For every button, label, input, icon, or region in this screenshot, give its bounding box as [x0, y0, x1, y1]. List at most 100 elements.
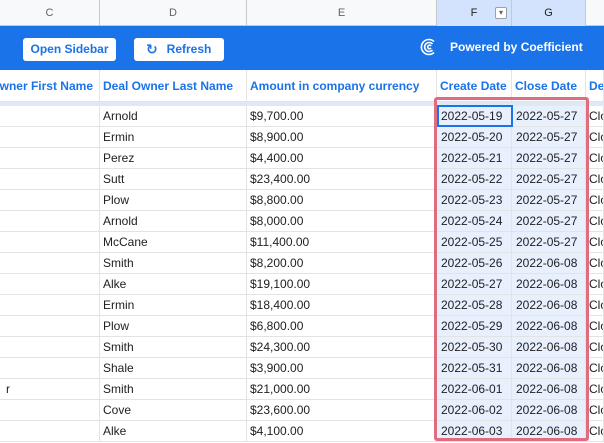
- table-cell-first[interactable]: [0, 316, 100, 336]
- table-cell-amount[interactable]: $21,000.00: [247, 379, 437, 399]
- table-cell-next[interactable]: Clo: [586, 127, 604, 147]
- table-cell-next[interactable]: Clo: [586, 358, 604, 378]
- table-cell-first[interactable]: [0, 127, 100, 147]
- table-cell-amount[interactable]: $23,400.00: [247, 169, 437, 189]
- table-cell-create[interactable]: 2022-05-27: [437, 274, 512, 294]
- table-cell-first[interactable]: [0, 337, 100, 357]
- table-cell-create[interactable]: 2022-06-02: [437, 400, 512, 420]
- table-cell-close[interactable]: 2022-06-08: [512, 295, 586, 315]
- table-cell-first[interactable]: [0, 274, 100, 294]
- table-cell-amount[interactable]: $19,100.00: [247, 274, 437, 294]
- table-cell-create[interactable]: 2022-05-21: [437, 148, 512, 168]
- table-cell-first[interactable]: [0, 295, 100, 315]
- table-cell-next[interactable]: Clo: [586, 274, 604, 294]
- table-cell-last[interactable]: Ermin: [100, 295, 247, 315]
- table-cell-first[interactable]: [0, 232, 100, 252]
- column-letter-c[interactable]: C: [0, 0, 100, 26]
- table-cell-close[interactable]: 2022-06-08: [512, 421, 586, 441]
- table-cell-last[interactable]: Smith: [100, 253, 247, 273]
- table-cell-last[interactable]: Plow: [100, 190, 247, 210]
- table-cell-create[interactable]: 2022-06-03: [437, 421, 512, 441]
- table-cell-close[interactable]: 2022-05-27: [512, 232, 586, 252]
- table-cell-next[interactable]: Clo: [586, 211, 604, 231]
- table-cell-close[interactable]: 2022-06-08: [512, 316, 586, 336]
- table-cell-next[interactable]: Clo: [586, 379, 604, 399]
- table-cell-last[interactable]: Smith: [100, 379, 247, 399]
- table-cell-amount[interactable]: $18,400.00: [247, 295, 437, 315]
- table-cell-next[interactable]: Clo: [586, 421, 604, 441]
- table-cell-next[interactable]: Clo: [586, 169, 604, 189]
- table-cell-amount[interactable]: $8,800.00: [247, 190, 437, 210]
- table-cell-next[interactable]: Clo: [586, 295, 604, 315]
- table-cell-last[interactable]: Arnold: [100, 106, 247, 126]
- table-cell-amount[interactable]: $23,600.00: [247, 400, 437, 420]
- table-cell-first[interactable]: [0, 400, 100, 420]
- table-cell-next[interactable]: Clo: [586, 253, 604, 273]
- table-cell-close[interactable]: 2022-06-08: [512, 379, 586, 399]
- table-cell-create[interactable]: 2022-05-28: [437, 295, 512, 315]
- table-cell-next[interactable]: Clo: [586, 190, 604, 210]
- table-cell-last[interactable]: Sutt: [100, 169, 247, 189]
- table-cell-create[interactable]: 2022-05-26: [437, 253, 512, 273]
- table-cell-create[interactable]: 2022-05-20: [437, 127, 512, 147]
- table-cell-close[interactable]: 2022-06-08: [512, 400, 586, 420]
- table-cell-last[interactable]: Smith: [100, 337, 247, 357]
- column-letter-e[interactable]: E: [247, 0, 437, 26]
- table-cell-create[interactable]: 2022-05-31: [437, 358, 512, 378]
- table-cell-next[interactable]: Clo: [586, 106, 604, 126]
- table-cell-first[interactable]: [0, 211, 100, 231]
- table-cell-close[interactable]: 2022-05-27: [512, 190, 586, 210]
- table-cell-last[interactable]: Plow: [100, 316, 247, 336]
- table-cell-first[interactable]: [0, 169, 100, 189]
- table-cell-first[interactable]: [0, 106, 100, 126]
- table-cell-create[interactable]: 2022-06-01: [437, 379, 512, 399]
- header-create-date[interactable]: Create Date: [437, 70, 512, 101]
- table-cell-amount[interactable]: $9,700.00: [247, 106, 437, 126]
- table-cell-amount[interactable]: $24,300.00: [247, 337, 437, 357]
- refresh-button[interactable]: ↻ Refresh: [134, 38, 224, 61]
- table-cell-create[interactable]: 2022-05-24: [437, 211, 512, 231]
- table-cell-close[interactable]: 2022-06-08: [512, 358, 586, 378]
- table-cell-first[interactable]: [0, 190, 100, 210]
- table-cell-next[interactable]: Clo: [586, 148, 604, 168]
- table-cell-first[interactable]: [0, 148, 100, 168]
- table-cell-next[interactable]: Clo: [586, 400, 604, 420]
- table-cell-amount[interactable]: $8,900.00: [247, 127, 437, 147]
- table-cell-close[interactable]: 2022-05-27: [512, 169, 586, 189]
- table-cell-amount[interactable]: $8,200.00: [247, 253, 437, 273]
- table-cell-first[interactable]: r: [0, 379, 100, 399]
- table-cell-amount[interactable]: $3,900.00: [247, 358, 437, 378]
- table-cell-close[interactable]: 2022-05-27: [512, 211, 586, 231]
- table-cell-last[interactable]: Shale: [100, 358, 247, 378]
- table-cell-last[interactable]: Alke: [100, 274, 247, 294]
- header-next-column[interactable]: De: [586, 70, 604, 101]
- table-cell-create[interactable]: 2022-05-22: [437, 169, 512, 189]
- table-cell-last[interactable]: Alke: [100, 421, 247, 441]
- table-cell-close[interactable]: 2022-06-08: [512, 337, 586, 357]
- table-cell-last[interactable]: Perez: [100, 148, 247, 168]
- table-cell-last[interactable]: Ermin: [100, 127, 247, 147]
- header-amount[interactable]: Amount in company currency: [247, 70, 437, 101]
- table-cell-first[interactable]: [0, 421, 100, 441]
- header-last-name[interactable]: Deal Owner Last Name: [100, 70, 247, 101]
- table-cell-last[interactable]: McCane: [100, 232, 247, 252]
- table-cell-amount[interactable]: $4,400.00: [247, 148, 437, 168]
- table-cell-close[interactable]: 2022-06-08: [512, 253, 586, 273]
- column-letter-d[interactable]: D: [100, 0, 247, 26]
- table-cell-close[interactable]: 2022-05-27: [512, 148, 586, 168]
- table-cell-next[interactable]: Clo: [586, 337, 604, 357]
- table-cell-close[interactable]: 2022-05-27: [512, 106, 586, 126]
- table-cell-amount[interactable]: $6,800.00: [247, 316, 437, 336]
- open-sidebar-button[interactable]: Open Sidebar: [23, 38, 116, 61]
- column-letter-f[interactable]: F ▾: [437, 0, 512, 26]
- column-letter-g[interactable]: G: [512, 0, 586, 26]
- table-cell-create[interactable]: 2022-05-19: [437, 106, 512, 126]
- table-cell-close[interactable]: 2022-05-27: [512, 127, 586, 147]
- table-cell-create[interactable]: 2022-05-23: [437, 190, 512, 210]
- table-cell-create[interactable]: 2022-05-29: [437, 316, 512, 336]
- table-cell-last[interactable]: Arnold: [100, 211, 247, 231]
- table-cell-amount[interactable]: $4,100.00: [247, 421, 437, 441]
- table-cell-amount[interactable]: $8,000.00: [247, 211, 437, 231]
- table-cell-first[interactable]: [0, 253, 100, 273]
- table-cell-amount[interactable]: $11,400.00: [247, 232, 437, 252]
